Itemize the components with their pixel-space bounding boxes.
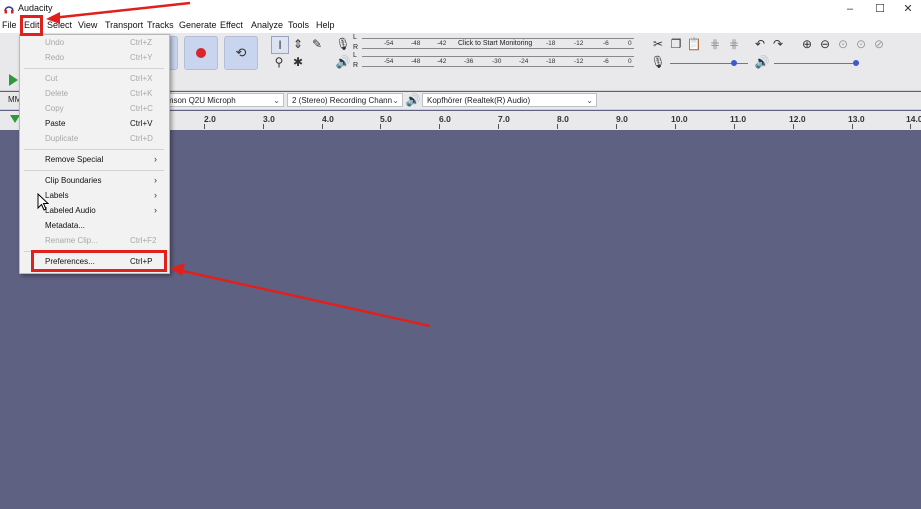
arrow-to-preferences — [177, 268, 431, 328]
annotation-arrows — [46, 1, 431, 328]
arrowhead-edit-icon — [46, 12, 60, 24]
arrow-to-edit-menu — [51, 1, 191, 20]
arrowhead-preferences-icon — [170, 263, 185, 276]
